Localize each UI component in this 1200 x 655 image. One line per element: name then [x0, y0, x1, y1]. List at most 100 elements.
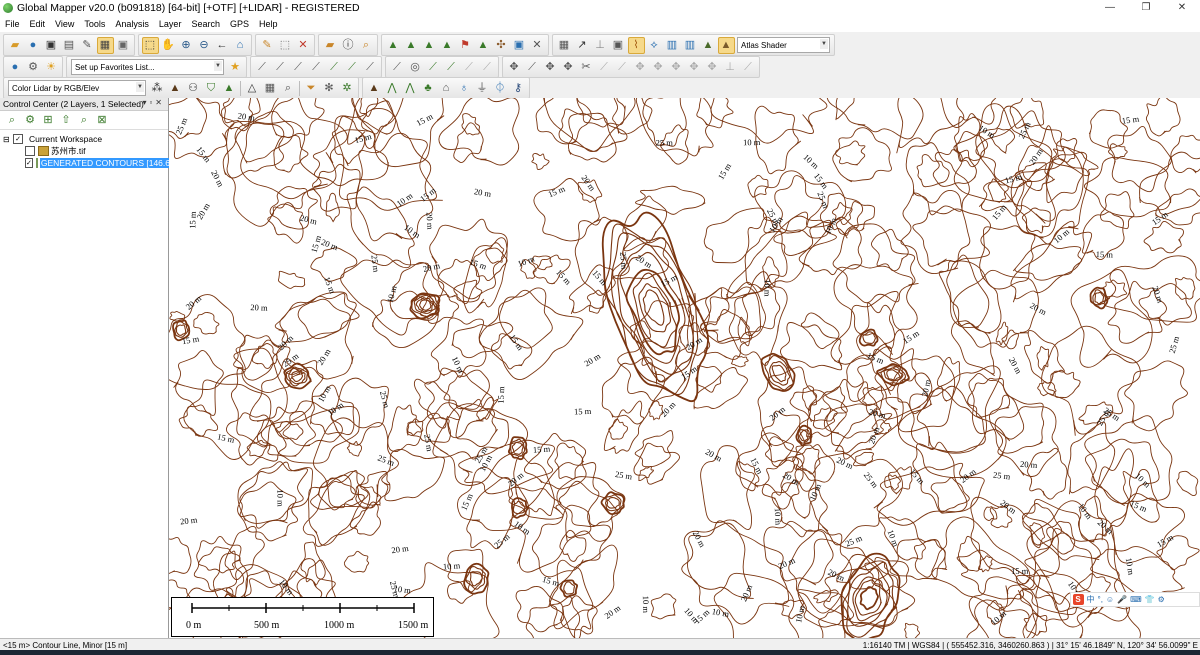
contour-line[interactable]: [1110, 497, 1186, 564]
ime-punctuation-toggle[interactable]: °,: [1098, 595, 1103, 604]
layer-find-icon[interactable]: ⌕: [76, 112, 93, 129]
contour-line[interactable]: [1041, 325, 1141, 436]
3d-icon[interactable]: ▣: [610, 37, 627, 54]
select-rect-icon[interactable]: ⬚: [277, 37, 294, 54]
contour-line[interactable]: [700, 445, 755, 530]
line-edit-6-icon[interactable]: ⟋: [344, 59, 361, 76]
contour-line[interactable]: [302, 469, 371, 547]
search-features-icon[interactable]: ⌕: [358, 37, 375, 54]
delete-icon[interactable]: ✕: [295, 37, 312, 54]
line-edit-icon[interactable]: ⟋: [254, 59, 271, 76]
vertex-2-icon[interactable]: ⟋: [425, 59, 442, 76]
contour-line[interactable]: [387, 404, 422, 453]
bars-icon[interactable]: ▥: [682, 37, 699, 54]
control-center-icon[interactable]: ▦: [96, 36, 114, 54]
ime-logo-icon[interactable]: S: [1072, 594, 1084, 605]
contour-line[interactable]: [346, 440, 363, 457]
move-4-icon[interactable]: ✥: [560, 59, 577, 76]
grid-icon[interactable]: ▦: [262, 80, 279, 97]
terrain-icon[interactable]: ▲: [385, 37, 402, 54]
ruler-icon[interactable]: ▰: [322, 37, 339, 54]
class-grass-icon[interactable]: ⋀: [384, 80, 401, 97]
move-8-icon[interactable]: ✥: [650, 59, 667, 76]
shade-icon[interactable]: ✣: [493, 37, 510, 54]
contour-line[interactable]: [952, 269, 1039, 348]
cut-icon[interactable]: ✂: [578, 59, 595, 76]
contour-line[interactable]: [763, 520, 834, 586]
move-3-icon[interactable]: ✥: [542, 59, 559, 76]
class-veg-icon[interactable]: ⋀: [402, 80, 419, 97]
contour-line[interactable]: [1139, 149, 1200, 215]
contour-line[interactable]: [558, 480, 619, 528]
move-6-icon[interactable]: ⟋: [614, 59, 631, 76]
contour-line[interactable]: [275, 420, 304, 440]
contour-line[interactable]: [730, 355, 749, 368]
terrain-3-icon[interactable]: ▲: [421, 37, 438, 54]
lidar-people-icon[interactable]: ⚇: [185, 80, 202, 97]
contour-line[interactable]: [543, 98, 645, 153]
shader-select[interactable]: Atlas Shader ▼: [737, 37, 830, 53]
save-icon[interactable]: ▣: [43, 37, 60, 54]
contour-line[interactable]: [1027, 447, 1068, 500]
line-edit-3-icon[interactable]: ⟋: [290, 59, 307, 76]
contour-line[interactable]: [896, 98, 969, 154]
cross-tool-icon[interactable]: ✕: [529, 37, 546, 54]
chart-icon[interactable]: ▥: [664, 37, 681, 54]
lidar-shield-icon[interactable]: ⛉: [203, 80, 220, 97]
contour-line[interactable]: [535, 98, 592, 145]
vertex-icon[interactable]: ⟋: [389, 59, 406, 76]
class-wire-icon[interactable]: ⏚: [474, 80, 491, 97]
contour-line[interactable]: [789, 389, 848, 423]
contour-map[interactable]: 10 m10 m20 m20 m20 m20 m10 m10 m15 m25 m…: [169, 98, 1200, 638]
favorites-select[interactable]: Set up Favorites List... ▼: [71, 59, 224, 75]
contour-line[interactable]: [169, 310, 186, 322]
contour-line[interactable]: [1001, 329, 1019, 350]
contour-line[interactable]: [700, 281, 766, 343]
contour-line[interactable]: [912, 208, 991, 267]
contour-tool-icon[interactable]: ⌇: [627, 36, 645, 54]
contour-line[interactable]: [635, 185, 706, 215]
contour-line[interactable]: [938, 254, 990, 328]
contour-line[interactable]: [710, 98, 828, 144]
line-edit-5-icon[interactable]: ⟋: [326, 59, 343, 76]
contour-line[interactable]: [916, 154, 950, 188]
contour-line[interactable]: [728, 271, 788, 366]
contour-line[interactable]: [455, 398, 498, 448]
contour-line[interactable]: [432, 403, 510, 460]
contour-line[interactable]: [556, 476, 626, 542]
peak-icon[interactable]: ▲: [475, 37, 492, 54]
star-icon[interactable]: ★: [227, 59, 244, 76]
contour-line[interactable]: [312, 163, 361, 212]
noise-icon[interactable]: ✲: [339, 80, 356, 97]
ime-voice-icon[interactable]: 🎤: [1117, 595, 1127, 604]
class-building-icon[interactable]: ⌂: [438, 80, 455, 97]
contour-line[interactable]: [1176, 470, 1199, 497]
layout-icon[interactable]: ▦: [556, 37, 573, 54]
ime-emoji-icon[interactable]: ☺: [1106, 595, 1114, 604]
class-water-icon[interactable]: ♁: [456, 80, 473, 97]
line-edit-4-icon[interactable]: ⟋: [308, 59, 325, 76]
contour-line[interactable]: [638, 465, 654, 482]
contour-line[interactable]: [764, 355, 794, 391]
contour-line[interactable]: [429, 218, 508, 300]
contour-line[interactable]: [183, 379, 272, 460]
contour-line[interactable]: [343, 550, 370, 573]
pencil-icon[interactable]: ✎: [259, 37, 276, 54]
contour-line[interactable]: [499, 287, 553, 349]
contour-line[interactable]: [525, 596, 581, 638]
class-tree-icon[interactable]: ♣: [420, 80, 437, 97]
contour-line[interactable]: [511, 441, 524, 455]
overview-icon[interactable]: ▣: [115, 37, 132, 54]
contour-line[interactable]: [246, 439, 268, 457]
menu-help[interactable]: Help: [254, 19, 283, 29]
class-key-icon[interactable]: ⚷: [510, 80, 527, 97]
contour-line[interactable]: [1024, 330, 1065, 384]
zoom-out-icon[interactable]: ⊖: [196, 37, 213, 54]
contour-line[interactable]: [642, 289, 665, 326]
contour-line[interactable]: [273, 135, 309, 173]
mountain-icon[interactable]: ▲: [700, 37, 717, 54]
contour-line[interactable]: [531, 153, 550, 170]
line-edit-2-icon[interactable]: ⟋: [272, 59, 289, 76]
lidar-color-select[interactable]: Color Lidar by RGB/Elev ▼: [8, 80, 146, 96]
maximize-button[interactable]: ❐: [1128, 0, 1164, 15]
